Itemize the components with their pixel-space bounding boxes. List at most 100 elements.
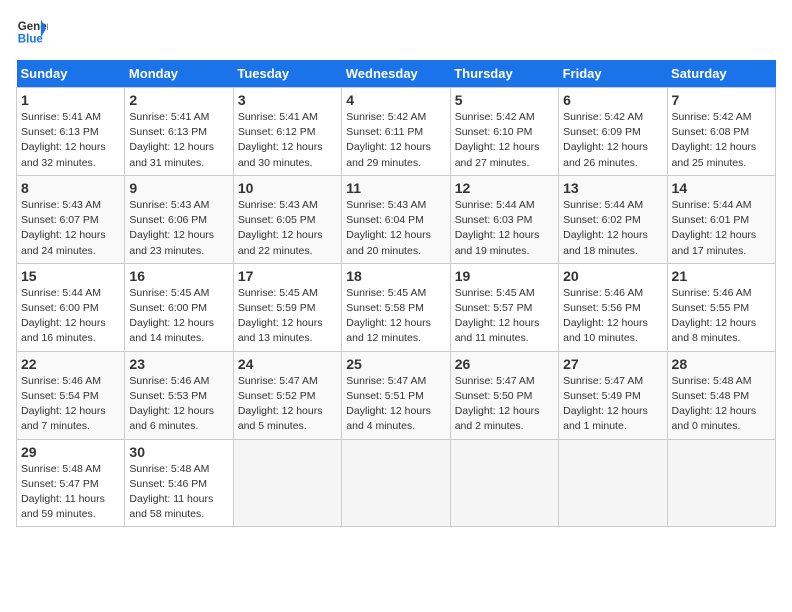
day-info: Sunrise: 5:41 AMSunset: 6:13 PMDaylight:… <box>129 110 228 171</box>
calendar-cell <box>342 439 450 527</box>
day-info: Sunrise: 5:45 AMSunset: 6:00 PMDaylight:… <box>129 286 228 347</box>
day-number: 22 <box>21 356 120 372</box>
day-number: 16 <box>129 268 228 284</box>
calendar-cell: 14 Sunrise: 5:44 AMSunset: 6:01 PMDayligh… <box>667 175 775 263</box>
calendar-week-4: 22 Sunrise: 5:46 AMSunset: 5:54 PMDayligh… <box>17 351 776 439</box>
day-info: Sunrise: 5:47 AMSunset: 5:51 PMDaylight:… <box>346 374 445 435</box>
day-number: 17 <box>238 268 337 284</box>
day-info: Sunrise: 5:47 AMSunset: 5:49 PMDaylight:… <box>563 374 662 435</box>
day-number: 25 <box>346 356 445 372</box>
calendar-cell <box>450 439 558 527</box>
calendar-cell: 2 Sunrise: 5:41 AMSunset: 6:13 PMDaylight… <box>125 88 233 176</box>
calendar-cell: 5 Sunrise: 5:42 AMSunset: 6:10 PMDaylight… <box>450 88 558 176</box>
day-info: Sunrise: 5:43 AMSunset: 6:07 PMDaylight:… <box>21 198 120 259</box>
calendar-cell: 9 Sunrise: 5:43 AMSunset: 6:06 PMDaylight… <box>125 175 233 263</box>
day-number: 4 <box>346 92 445 108</box>
day-number: 26 <box>455 356 554 372</box>
day-info: Sunrise: 5:43 AMSunset: 6:06 PMDaylight:… <box>129 198 228 259</box>
logo: General Blue <box>16 16 48 48</box>
day-number: 6 <box>563 92 662 108</box>
day-info: Sunrise: 5:41 AMSunset: 6:13 PMDaylight:… <box>21 110 120 171</box>
calendar-cell: 30Sunrise: 5:48 AMSunset: 5:46 PMDayligh… <box>125 439 233 527</box>
day-number: 5 <box>455 92 554 108</box>
day-number: 18 <box>346 268 445 284</box>
day-info: Sunrise: 5:46 AMSunset: 5:54 PMDaylight:… <box>21 374 120 435</box>
day-number: 19 <box>455 268 554 284</box>
day-number: 13 <box>563 180 662 196</box>
day-number: 7 <box>672 92 771 108</box>
day-number: 24 <box>238 356 337 372</box>
calendar-cell: 19 Sunrise: 5:45 AMSunset: 5:57 PMDayligh… <box>450 263 558 351</box>
calendar-cell <box>559 439 667 527</box>
calendar-cell: 21Sunrise: 5:46 AMSunset: 5:55 PMDayligh… <box>667 263 775 351</box>
calendar-cell: 27Sunrise: 5:47 AMSunset: 5:49 PMDayligh… <box>559 351 667 439</box>
weekday-header-row: SundayMondayTuesdayWednesdayThursdayFrid… <box>17 60 776 88</box>
day-info: Sunrise: 5:44 AMSunset: 6:02 PMDaylight:… <box>563 198 662 259</box>
calendar-cell <box>667 439 775 527</box>
calendar-cell: 10 Sunrise: 5:43 AMSunset: 6:05 PMDayligh… <box>233 175 341 263</box>
day-info: Sunrise: 5:45 AMSunset: 5:57 PMDaylight:… <box>455 286 554 347</box>
day-info: Sunrise: 5:44 AMSunset: 6:03 PMDaylight:… <box>455 198 554 259</box>
day-number: 28 <box>672 356 771 372</box>
calendar-week-2: 8 Sunrise: 5:43 AMSunset: 6:07 PMDaylight… <box>17 175 776 263</box>
calendar-cell: 17 Sunrise: 5:45 AMSunset: 5:59 PMDayligh… <box>233 263 341 351</box>
day-info: Sunrise: 5:42 AMSunset: 6:11 PMDaylight:… <box>346 110 445 171</box>
calendar-cell: 15 Sunrise: 5:44 AMSunset: 6:00 PMDayligh… <box>17 263 125 351</box>
day-number: 10 <box>238 180 337 196</box>
day-info: Sunrise: 5:43 AMSunset: 6:05 PMDaylight:… <box>238 198 337 259</box>
svg-text:Blue: Blue <box>18 34 44 46</box>
weekday-header-monday: Monday <box>125 60 233 88</box>
day-info: Sunrise: 5:44 AMSunset: 6:01 PMDaylight:… <box>672 198 771 259</box>
calendar-cell: 24 Sunrise: 5:47 AMSunset: 5:52 PMDayligh… <box>233 351 341 439</box>
day-number: 14 <box>672 180 771 196</box>
calendar-cell: 28Sunrise: 5:48 AMSunset: 5:48 PMDayligh… <box>667 351 775 439</box>
page-header: General Blue <box>16 16 776 48</box>
day-number: 9 <box>129 180 228 196</box>
day-info: Sunrise: 5:43 AMSunset: 6:04 PMDaylight:… <box>346 198 445 259</box>
day-info: Sunrise: 5:45 AMSunset: 5:58 PMDaylight:… <box>346 286 445 347</box>
weekday-header-wednesday: Wednesday <box>342 60 450 88</box>
day-number: 29 <box>21 444 120 460</box>
day-info: Sunrise: 5:46 AMSunset: 5:55 PMDaylight:… <box>672 286 771 347</box>
day-number: 1 <box>21 92 120 108</box>
calendar-week-1: 1 Sunrise: 5:41 AMSunset: 6:13 PMDaylight… <box>17 88 776 176</box>
day-info: Sunrise: 5:46 AMSunset: 5:56 PMDaylight:… <box>563 286 662 347</box>
day-number: 11 <box>346 180 445 196</box>
weekday-header-thursday: Thursday <box>450 60 558 88</box>
day-info: Sunrise: 5:42 AMSunset: 6:09 PMDaylight:… <box>563 110 662 171</box>
day-info: Sunrise: 5:44 AMSunset: 6:00 PMDaylight:… <box>21 286 120 347</box>
calendar-cell: 6 Sunrise: 5:42 AMSunset: 6:09 PMDaylight… <box>559 88 667 176</box>
day-info: Sunrise: 5:47 AMSunset: 5:50 PMDaylight:… <box>455 374 554 435</box>
day-info: Sunrise: 5:42 AMSunset: 6:10 PMDaylight:… <box>455 110 554 171</box>
calendar-cell: 23 Sunrise: 5:46 AMSunset: 5:53 PMDayligh… <box>125 351 233 439</box>
day-number: 3 <box>238 92 337 108</box>
day-number: 2 <box>129 92 228 108</box>
calendar-cell: 16 Sunrise: 5:45 AMSunset: 6:00 PMDayligh… <box>125 263 233 351</box>
day-info: Sunrise: 5:48 AMSunset: 5:47 PMDaylight:… <box>21 462 120 523</box>
day-info: Sunrise: 5:46 AMSunset: 5:53 PMDaylight:… <box>129 374 228 435</box>
day-info: Sunrise: 5:45 AMSunset: 5:59 PMDaylight:… <box>238 286 337 347</box>
day-info: Sunrise: 5:47 AMSunset: 5:52 PMDaylight:… <box>238 374 337 435</box>
day-info: Sunrise: 5:41 AMSunset: 6:12 PMDaylight:… <box>238 110 337 171</box>
calendar-cell: 12Sunrise: 5:44 AMSunset: 6:03 PMDayligh… <box>450 175 558 263</box>
day-number: 23 <box>129 356 228 372</box>
day-number: 30 <box>129 444 228 460</box>
calendar-cell: 11 Sunrise: 5:43 AMSunset: 6:04 PMDayligh… <box>342 175 450 263</box>
calendar-cell: 13 Sunrise: 5:44 AMSunset: 6:02 PMDayligh… <box>559 175 667 263</box>
day-number: 8 <box>21 180 120 196</box>
day-info: Sunrise: 5:42 AMSunset: 6:08 PMDaylight:… <box>672 110 771 171</box>
calendar-cell: 1 Sunrise: 5:41 AMSunset: 6:13 PMDaylight… <box>17 88 125 176</box>
calendar-cell: 4 Sunrise: 5:42 AMSunset: 6:11 PMDaylight… <box>342 88 450 176</box>
calendar-cell: 3 Sunrise: 5:41 AMSunset: 6:12 PMDaylight… <box>233 88 341 176</box>
calendar-cell: 29 Sunrise: 5:48 AMSunset: 5:47 PMDayligh… <box>17 439 125 527</box>
calendar-cell: 20Sunrise: 5:46 AMSunset: 5:56 PMDayligh… <box>559 263 667 351</box>
weekday-header-tuesday: Tuesday <box>233 60 341 88</box>
day-number: 15 <box>21 268 120 284</box>
calendar-cell: 7 Sunrise: 5:42 AMSunset: 6:08 PMDaylight… <box>667 88 775 176</box>
calendar-week-5: 29 Sunrise: 5:48 AMSunset: 5:47 PMDayligh… <box>17 439 776 527</box>
calendar-cell: 26 Sunrise: 5:47 AMSunset: 5:50 PMDayligh… <box>450 351 558 439</box>
calendar-cell <box>233 439 341 527</box>
weekday-header-friday: Friday <box>559 60 667 88</box>
calendar-cell: 22 Sunrise: 5:46 AMSunset: 5:54 PMDayligh… <box>17 351 125 439</box>
calendar-cell: 18 Sunrise: 5:45 AMSunset: 5:58 PMDayligh… <box>342 263 450 351</box>
